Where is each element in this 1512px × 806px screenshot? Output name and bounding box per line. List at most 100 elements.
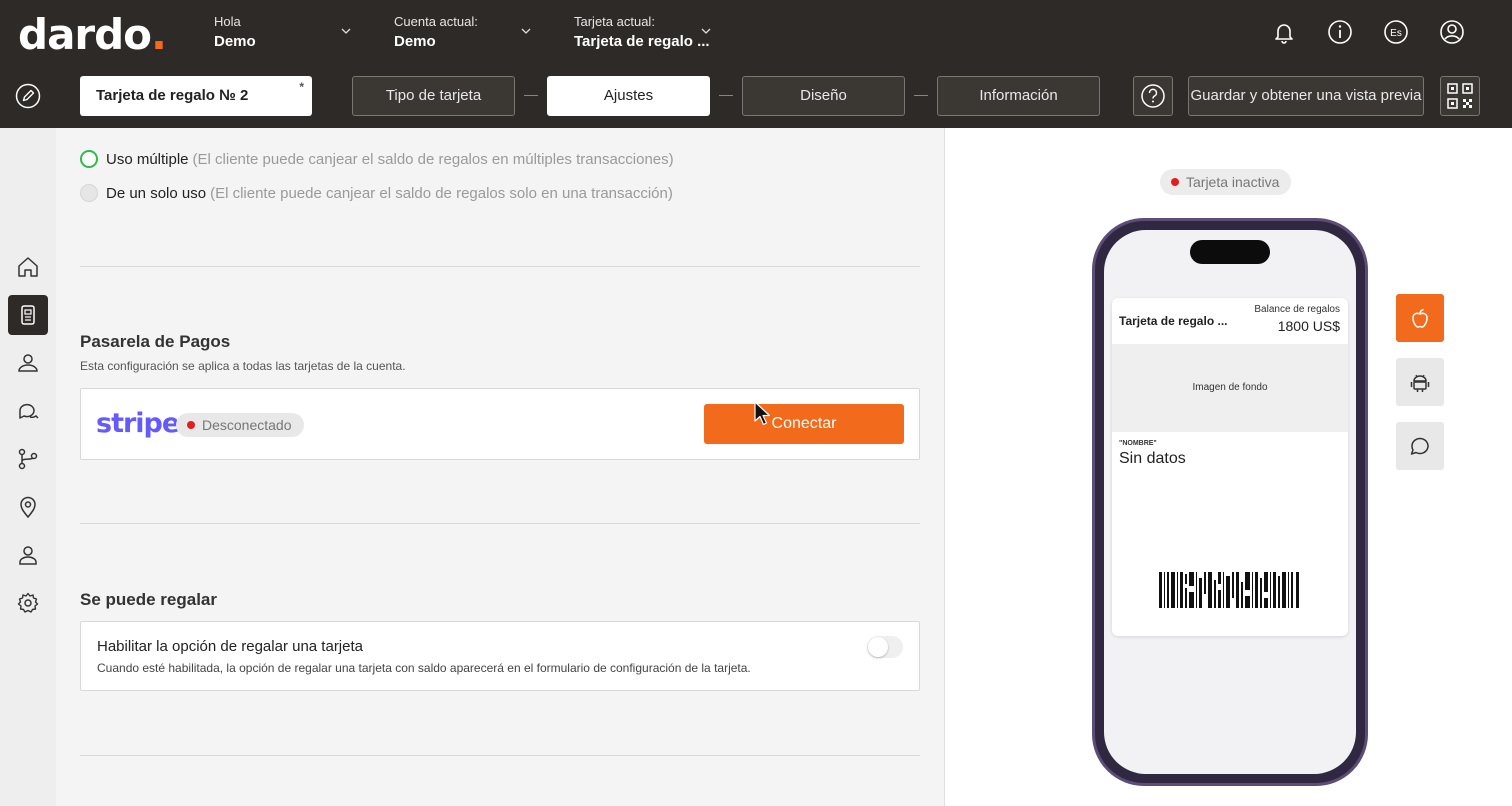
info-icon[interactable] [1326,18,1354,46]
user-icon [19,546,37,565]
option-label: Uso múltiple [106,150,189,168]
balance-value: 1800 US$ [1277,318,1340,334]
card-name-input[interactable]: Tarjeta de regalo № 2 * [80,76,312,116]
payment-gateway-panel: stripe Desconectado Conectar [80,388,920,460]
payments-title: Pasarela de Pagos [80,332,231,351]
settings-icon [17,592,39,613]
android-icon [1410,374,1430,392]
step-information[interactable]: Información [937,76,1100,116]
bell-icon[interactable] [1270,18,1298,46]
dynamic-island [1190,240,1270,264]
user-menu[interactable]: Hola Demo [214,14,256,50]
save-preview-button[interactable]: Guardar y obtener una vista previa [1188,76,1424,116]
home-icon [18,257,38,277]
android-preview-button[interactable] [1396,358,1444,406]
background-image-placeholder: Imagen de fondo [1112,344,1348,432]
section-divider [80,755,920,756]
clients-icon [18,354,38,372]
card-value: Tarjeta de regalo ... [574,33,710,50]
cards-icon [21,305,35,325]
top-bar: dardo. Hola Demo Cuenta actual: Demo Tar… [0,0,1512,66]
radio-button-selected[interactable] [80,150,98,168]
payments-description: Esta configuración se aplica a todas las… [80,359,406,373]
gifting-panel: Habilitar la opción de regalar una tarje… [80,621,920,691]
help-button[interactable] [1133,76,1173,116]
chevron-down-icon[interactable] [341,26,351,36]
chat-icon [19,403,39,419]
field-value: Sin datos [1119,450,1186,467]
sidebar-item-home[interactable] [8,247,48,287]
location-icon [20,496,36,519]
field-label: "NOMBRE" [1119,440,1157,447]
balance-label: Balance de regalos [1254,304,1340,315]
status-dot [1171,178,1179,186]
sidebar-item-flow[interactable] [8,439,48,479]
greeting-label: Hola [214,14,241,29]
radio-button[interactable] [80,184,98,202]
wallet-pass: Tarjeta de regalo ... Balance de regalos… [1112,298,1348,636]
gifting-title: Se puede regalar [80,590,218,609]
status-label: Desconectado [202,417,292,433]
settings-content: Uso múltiple (El cliente puede canjear e… [56,128,944,806]
sidebar-item-settings[interactable] [8,583,48,623]
gifting-option-description: Cuando esté habilitada, la opción de reg… [97,661,751,675]
message-preview-button[interactable] [1396,422,1444,470]
edit-icon[interactable] [15,83,41,109]
pass-name: Tarjeta de regalo ... [1119,314,1228,328]
message-icon [1410,437,1429,455]
option-multiple-use[interactable]: Uso múltiple (El cliente puede canjear e… [80,150,674,168]
card-status-badge: Tarjeta inactiva [1160,169,1292,195]
gifting-option-title: Habilitar la opción de regalar una tarje… [97,638,363,655]
barcode-icon [1159,572,1299,608]
question-icon [1141,84,1165,108]
stripe-logo: stripe [96,408,180,439]
step-separator [524,95,538,96]
account-value: Demo [394,33,436,50]
account-selector[interactable]: Cuenta actual: Demo [394,14,478,50]
unsaved-marker: * [299,80,304,94]
status-label: Tarjeta inactiva [1186,174,1280,190]
option-hint: (El cliente puede canjear el saldo de re… [192,150,674,168]
gifting-toggle[interactable] [867,636,903,658]
phone-screen: Tarjeta de regalo ... Balance de regalos… [1104,230,1356,774]
apple-preview-button[interactable] [1396,294,1444,342]
chevron-down-icon[interactable] [521,26,531,36]
sidebar-item-chat[interactable] [8,391,48,431]
chevron-down-icon[interactable] [701,26,711,36]
apple-icon [1412,308,1428,328]
status-dot [187,421,195,429]
language-code: Es [1390,28,1402,39]
section-divider [80,523,920,524]
step-settings[interactable]: Ajustes [547,76,710,116]
connection-status-badge: Desconectado [176,413,304,437]
greeting-user: Demo [214,33,256,50]
flow-icon [18,448,38,470]
sidebar-item-location[interactable] [8,487,48,527]
connect-button[interactable]: Conectar [704,404,904,444]
card-preview-panel: Tarjeta inactiva Tarjeta de regalo ... B… [944,128,1512,806]
card-label: Tarjeta actual: [574,14,655,29]
user-icon[interactable] [1438,18,1466,46]
sidebar-item-clients[interactable] [8,343,48,383]
qr-code-button[interactable] [1440,76,1480,116]
account-label: Cuenta actual: [394,14,478,29]
option-hint: (El cliente puede canjear el saldo de re… [210,184,673,202]
step-card-type[interactable]: Tipo de tarjeta [352,76,515,116]
card-selector[interactable]: Tarjeta actual: Tarjeta de regalo ... [574,14,710,50]
option-label: De un solo uso [106,184,207,202]
card-name-value: Tarjeta de regalo № 2 [96,87,249,104]
sidebar-item-users[interactable] [8,535,48,575]
qr-code-icon [1447,83,1473,109]
language-icon[interactable]: Es [1382,18,1410,46]
sidebar-item-cards[interactable] [8,295,48,335]
sidebar [0,128,56,806]
step-design[interactable]: Diseño [742,76,905,116]
option-single-use[interactable]: De un solo uso (El cliente puede canjear… [80,184,673,202]
step-separator [719,95,733,96]
logo[interactable]: dardo. [18,10,167,59]
section-divider [80,266,920,267]
editor-toolbar: Tarjeta de regalo № 2 * Tipo de tarjeta … [0,66,1512,128]
mouse-cursor-icon [754,401,771,426]
phone-mockup: Tarjeta de regalo ... Balance de regalos… [1092,218,1368,786]
toggle-knob [868,637,888,657]
